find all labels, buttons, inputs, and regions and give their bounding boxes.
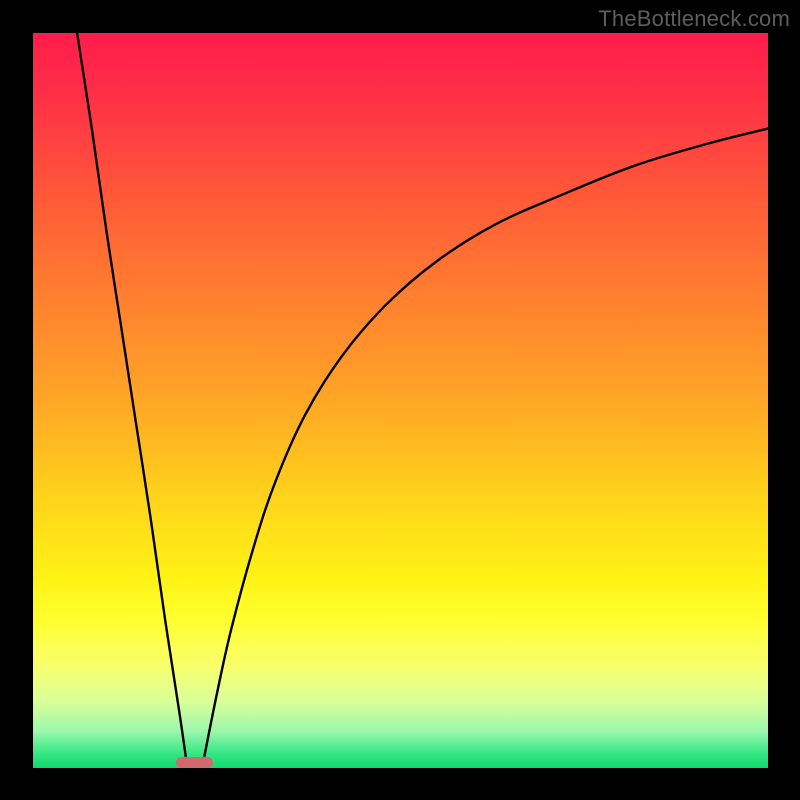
watermark-text: TheBottleneck.com [598, 6, 790, 32]
curve-left-branch [77, 33, 187, 768]
chart-svg [33, 33, 768, 768]
plot-area [33, 33, 768, 768]
chart-frame: TheBottleneck.com [0, 0, 800, 800]
optimum-marker [176, 757, 213, 768]
curve-right-branch [202, 129, 768, 768]
